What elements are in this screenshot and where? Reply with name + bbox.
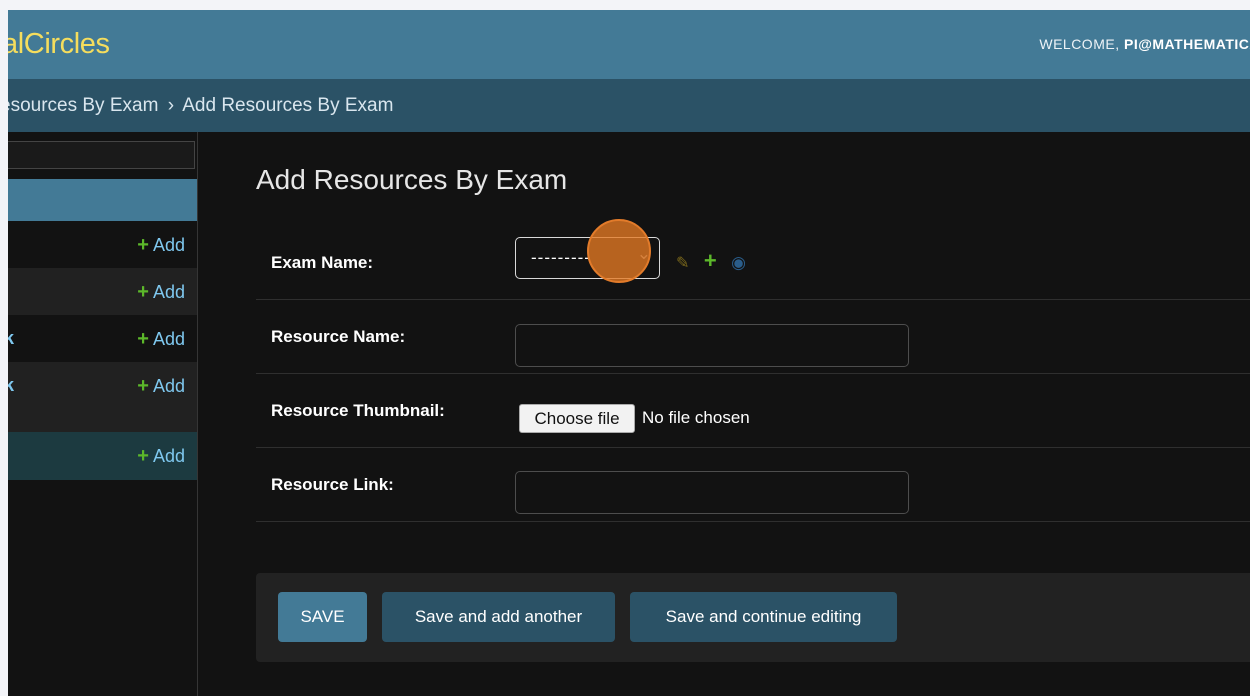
plus-icon: + <box>137 281 149 303</box>
admin-window: alCircles WELCOME, PI@MATHEMATICA esourc… <box>8 10 1250 696</box>
sidebar-add-link[interactable]: + Add <box>137 281 185 304</box>
exam-name-label: Exam Name: <box>271 253 374 272</box>
sidebar-add-link[interactable]: + Add <box>137 375 185 398</box>
sidebar-add-label: Add <box>152 376 185 396</box>
save-and-add-another-button[interactable]: Save and add another <box>382 592 615 642</box>
plus-icon: + <box>137 445 149 467</box>
plus-icon: + <box>137 375 149 397</box>
sidebar-add-label: Add <box>152 329 185 349</box>
sidebar-add-link[interactable]: + Add <box>137 445 185 468</box>
sidebar-model-link[interactable]: k <box>8 328 14 349</box>
resource-link-input[interactable] <box>515 471 909 514</box>
eye-icon[interactable]: ◉ <box>731 253 746 272</box>
main-content: Add Resources By Exam Exam Name: Resourc… <box>256 132 1250 696</box>
welcome-label: WELCOME, <box>1039 36 1120 52</box>
sidebar-model-row-active: + Add <box>8 432 197 480</box>
nav-sidebar: + Add + Add k + Add k + Add + Add <box>8 132 198 696</box>
submit-row: SAVE Save and add another Save and conti… <box>256 573 1250 662</box>
sidebar-model-link[interactable]: k <box>8 375 14 396</box>
choose-file-button[interactable]: Choose file <box>519 404 635 433</box>
sidebar-model-row: + Add <box>8 221 197 268</box>
sidebar-add-link[interactable]: + Add <box>137 234 185 257</box>
sidebar-add-label: Add <box>152 282 185 302</box>
site-header: alCircles WELCOME, PI@MATHEMATICA <box>8 10 1250 79</box>
breadcrumb-parent-link[interactable]: esources By Exam <box>8 95 158 116</box>
site-brand[interactable]: alCircles <box>8 28 110 61</box>
pencil-icon[interactable]: ✎ <box>676 255 689 272</box>
plus-icon: + <box>137 328 149 350</box>
file-status-text: No file chosen <box>642 408 750 427</box>
resource-thumbnail-label: Resource Thumbnail: <box>271 401 445 420</box>
plus-icon: + <box>137 234 149 256</box>
save-button[interactable]: SAVE <box>278 592 367 642</box>
resource-link-label: Resource Link: <box>271 475 394 494</box>
click-highlight-cursor <box>587 219 651 283</box>
user-tools: WELCOME, PI@MATHEMATICA <box>1039 36 1250 52</box>
exam-name-selected-value: --------- <box>531 248 591 267</box>
breadcrumb-separator: › <box>167 95 175 116</box>
related-widget-links: ✎ + ◉ <box>676 248 756 274</box>
breadcrumb: esources By Exam › Add Resources By Exam <box>8 79 1250 132</box>
username: PI@MATHEMATICA <box>1123 36 1250 52</box>
app-caption[interactable] <box>8 179 197 221</box>
page-title: Add Resources By Exam <box>256 164 568 195</box>
sidebar-model-row: + Add <box>8 268 197 315</box>
resource-name-input[interactable] <box>515 324 909 367</box>
form-row-resource-thumbnail: Resource Thumbnail: <box>256 373 1250 448</box>
breadcrumb-current: Add Resources By Exam <box>182 95 394 116</box>
resource-name-label: Resource Name: <box>271 327 406 346</box>
sidebar-add-link[interactable]: + Add <box>137 328 185 351</box>
sidebar-add-label: Add <box>152 446 185 466</box>
plus-icon[interactable]: + <box>704 248 717 273</box>
nav-filter-input[interactable] <box>8 141 195 169</box>
sidebar-add-label: Add <box>152 235 185 255</box>
sidebar-model-row: k + Add <box>8 315 197 362</box>
save-and-continue-editing-button[interactable]: Save and continue editing <box>630 592 897 642</box>
sidebar-model-row: k + Add <box>8 362 197 432</box>
